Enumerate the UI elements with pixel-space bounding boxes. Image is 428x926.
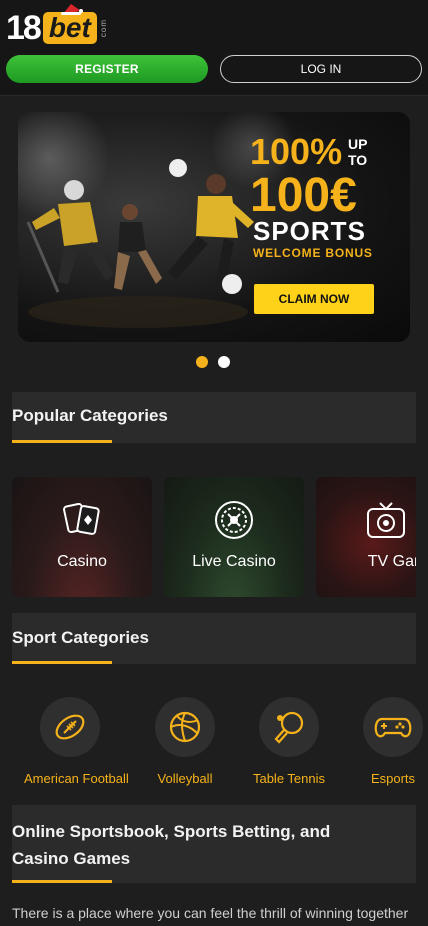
carousel-dot-1[interactable] [196, 356, 208, 368]
sport-item-american-football[interactable]: American Football [24, 697, 129, 786]
section-underline [12, 880, 112, 883]
hockey-player [26, 180, 114, 293]
category-label: TV Games [367, 553, 416, 570]
sport-item-esports[interactable]: Esports [347, 697, 428, 786]
section-underline [12, 440, 112, 443]
bonus-percent: 100% [250, 131, 343, 172]
section-title: Popular Categories [12, 406, 168, 425]
sport-label: Volleyball [157, 771, 213, 786]
sport-categories-header: Sport Categories [12, 613, 416, 664]
section-title: Sport Categories [12, 628, 149, 647]
article-header: Online Sportsbook, Sports Betting, and C… [12, 805, 416, 883]
tv-icon [367, 502, 405, 538]
gamepad-icon [374, 717, 412, 738]
sport-item-table-tennis[interactable]: Table Tennis [243, 697, 335, 786]
category-label: Live Casino [192, 553, 276, 570]
register-button[interactable]: REGISTER [6, 55, 208, 83]
bonus-up-to: UP TO [348, 136, 368, 168]
logo-word: bet [42, 4, 97, 44]
table-tennis-icon [274, 711, 304, 744]
athletes-illustration [26, 159, 254, 328]
sport-label: Table Tennis [252, 771, 326, 786]
welcome-bonus-label: WELCOME BONUS [253, 246, 373, 260]
sport-item-volleyball[interactable]: Volleyball [139, 697, 231, 786]
category-label: Casino [57, 553, 107, 570]
login-button[interactable]: LOG IN [220, 55, 422, 83]
article-title: Online Sportsbook, Sports Betting, and C… [12, 822, 331, 868]
american-football-icon [55, 714, 85, 740]
popular-categories-header: Popular Categories [12, 392, 416, 443]
roulette-icon [215, 501, 253, 539]
claim-now-button[interactable]: CLAIM NOW [254, 284, 374, 314]
section-underline [12, 661, 112, 664]
carousel-dot-2[interactable] [218, 356, 230, 368]
santa-hat-icon [60, 4, 83, 15]
category-tile-live-casino[interactable]: Live Casino [164, 477, 304, 597]
top-header: 18 bet com REGISTER LOG IN [0, 0, 428, 96]
popular-categories-list: Casino Live Casino TV Games [12, 477, 416, 597]
carousel-dots [196, 356, 230, 368]
logo-domain: com [98, 18, 108, 38]
category-tile-casino[interactable]: Casino [12, 477, 152, 597]
logo-number: 18 [6, 9, 42, 47]
sport-label: American Football [24, 771, 129, 786]
article-paragraph: There is a place where you can feel the … [12, 905, 409, 921]
volleyball-icon [169, 711, 201, 743]
sport-label: Esports [370, 771, 416, 786]
category-tile-tv-games[interactable]: TV Games [316, 477, 416, 597]
female-player [114, 204, 162, 290]
promo-banner[interactable]: 100% UP TO 100€ SPORTS WELCOME BONUS CLA… [18, 112, 410, 342]
bonus-sports-label: SPORTS [253, 216, 366, 246]
site-logo[interactable]: 18 bet com [6, 4, 108, 47]
football-player [168, 174, 254, 294]
bonus-amount: 100€ [250, 169, 357, 222]
cards-icon [63, 502, 100, 535]
